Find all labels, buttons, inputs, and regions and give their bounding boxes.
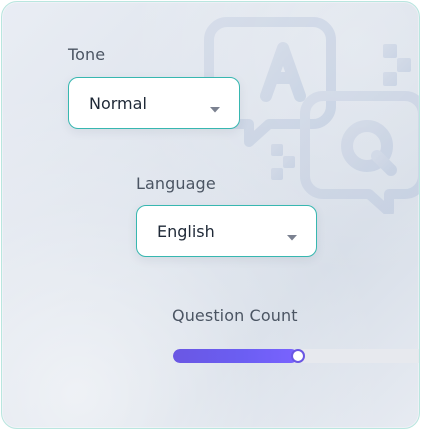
language-label: Language — [136, 174, 216, 193]
language-value: English — [157, 221, 215, 241]
question-count-slider-thumb[interactable] — [291, 349, 305, 363]
question-count-slider-fill — [173, 349, 298, 363]
tone-select[interactable]: Normal — [68, 77, 240, 129]
settings-panel: Tone Normal Language English Question Co… — [1, 1, 420, 429]
chevron-down-icon — [286, 227, 298, 241]
question-count-label: Question Count — [172, 306, 298, 325]
tone-value: Normal — [89, 93, 147, 113]
language-select[interactable]: English — [136, 205, 317, 257]
chevron-down-icon — [209, 99, 221, 113]
tone-label: Tone — [68, 45, 106, 64]
